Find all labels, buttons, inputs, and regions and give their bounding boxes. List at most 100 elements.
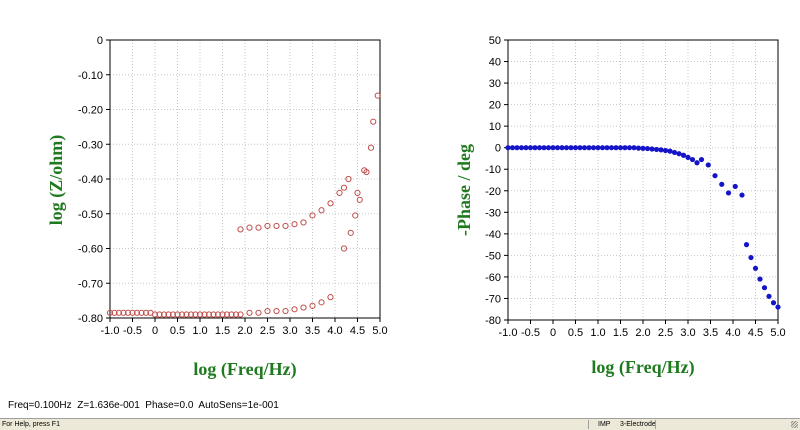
data-point bbox=[527, 145, 534, 151]
data-point bbox=[775, 304, 781, 310]
x-tick-label: 3.5 bbox=[703, 327, 718, 339]
data-point bbox=[273, 307, 280, 315]
x-tick-label: -0.5 bbox=[123, 325, 142, 337]
data-point bbox=[291, 221, 298, 228]
data-point bbox=[644, 145, 651, 152]
data-point bbox=[264, 222, 271, 230]
y-tick-label: -0.80 bbox=[78, 313, 103, 325]
x-tick-label: 3.5 bbox=[305, 325, 320, 337]
status-divider bbox=[655, 420, 656, 429]
x-tick-label: -0.5 bbox=[521, 327, 540, 339]
data-point bbox=[532, 145, 538, 151]
data-point bbox=[352, 212, 359, 219]
x-tick-label: 3.0 bbox=[282, 325, 297, 337]
data-point bbox=[559, 145, 565, 151]
data-point bbox=[300, 219, 307, 226]
data-point bbox=[318, 207, 325, 214]
data-point bbox=[689, 156, 696, 163]
y-tick-label: 50 bbox=[489, 35, 501, 47]
data-point bbox=[246, 309, 253, 316]
data-point bbox=[347, 229, 354, 236]
data-point bbox=[719, 181, 725, 187]
status-mode: IMP bbox=[598, 421, 611, 428]
data-point bbox=[766, 293, 772, 299]
data-point bbox=[336, 189, 343, 196]
data-point bbox=[739, 192, 745, 198]
data-point bbox=[554, 145, 561, 151]
x-tick-label: 2.5 bbox=[260, 325, 275, 337]
x-tick-label: 1.5 bbox=[613, 327, 628, 339]
data-series bbox=[106, 144, 375, 318]
data-point bbox=[626, 145, 633, 151]
x-tick-label: 4.5 bbox=[350, 325, 365, 337]
data-point bbox=[509, 145, 516, 151]
y-tick-label: -0.40 bbox=[78, 174, 103, 186]
x-tick-label: 4.0 bbox=[725, 327, 740, 339]
data-point bbox=[667, 148, 673, 154]
y-tick-label: -0.50 bbox=[78, 209, 103, 221]
data-point bbox=[676, 151, 682, 157]
data-point bbox=[572, 145, 579, 151]
phase-chart: -1.0 -0.5 0 0.5 1.0 1.5 2.0 2.5 3.0 3.5 4.0 4.5 5.0 5… bbox=[454, 35, 786, 378]
data-point bbox=[743, 242, 750, 248]
data-point bbox=[264, 307, 271, 315]
y-tick-label: -0.60 bbox=[78, 244, 103, 256]
data-point bbox=[622, 145, 628, 151]
data-point bbox=[761, 285, 768, 291]
y-tick-label: 10 bbox=[489, 121, 501, 133]
x-axis-title: log (Freq/Hz) bbox=[591, 357, 694, 378]
data-point bbox=[770, 300, 777, 306]
y-tick-label: 40 bbox=[489, 57, 501, 69]
data-point bbox=[340, 184, 348, 191]
data-point bbox=[635, 145, 642, 151]
data-point bbox=[680, 152, 687, 158]
data-point bbox=[282, 222, 289, 230]
status-help-text: For Help, press F1 bbox=[2, 421, 60, 428]
data-point bbox=[237, 226, 244, 233]
data-point bbox=[545, 145, 552, 151]
data-point bbox=[367, 144, 375, 151]
data-point bbox=[698, 156, 705, 163]
y-axis-title: log (Z/ohm) bbox=[46, 135, 67, 226]
data-point bbox=[550, 145, 556, 151]
y-tick-label: -30 bbox=[485, 207, 501, 219]
x-tick-label: 1.0 bbox=[590, 327, 605, 339]
y-tick-label: -10 bbox=[485, 164, 501, 176]
data-point bbox=[631, 145, 637, 151]
resize-grip-icon[interactable] bbox=[791, 421, 798, 428]
y-tick-label: -40 bbox=[485, 229, 501, 241]
y-tick-label: -0.70 bbox=[78, 278, 103, 290]
data-point bbox=[748, 254, 754, 261]
data-point bbox=[662, 147, 669, 154]
data-point bbox=[318, 299, 325, 306]
data-point bbox=[705, 162, 711, 168]
data-point bbox=[255, 309, 262, 316]
data-point bbox=[300, 304, 307, 311]
y-tick-label: -80 bbox=[485, 315, 501, 327]
data-point bbox=[568, 145, 574, 151]
data-point bbox=[725, 190, 732, 196]
x-tick-label: 0.5 bbox=[170, 325, 185, 337]
data-point bbox=[505, 145, 511, 151]
y-tick-label: 20 bbox=[489, 100, 501, 112]
data-point bbox=[246, 224, 253, 231]
y-tick-label: -50 bbox=[485, 250, 501, 262]
data-point bbox=[752, 265, 759, 271]
y-tick-label: 0 bbox=[97, 35, 103, 47]
status-divider bbox=[588, 420, 589, 429]
x-tick-label: 1.0 bbox=[192, 325, 207, 337]
y-tick-label: -0.20 bbox=[78, 105, 103, 117]
x-tick-label: 3.0 bbox=[680, 327, 695, 339]
data-point bbox=[291, 306, 298, 313]
data-point bbox=[694, 160, 700, 166]
data-point bbox=[595, 145, 601, 151]
data-point bbox=[514, 145, 520, 151]
data-point bbox=[757, 276, 763, 282]
data-point bbox=[273, 222, 280, 230]
data-series bbox=[237, 92, 381, 233]
y-tick-label: 30 bbox=[489, 78, 501, 90]
data-point bbox=[563, 145, 570, 151]
data-point bbox=[712, 173, 718, 179]
impedance-chart: -1.0 -0.5 0 0.5 1.0 1.5 2.0 2.5 3.0 3.5 4.0 4.5 5.00… bbox=[46, 35, 388, 380]
data-point bbox=[649, 146, 655, 152]
